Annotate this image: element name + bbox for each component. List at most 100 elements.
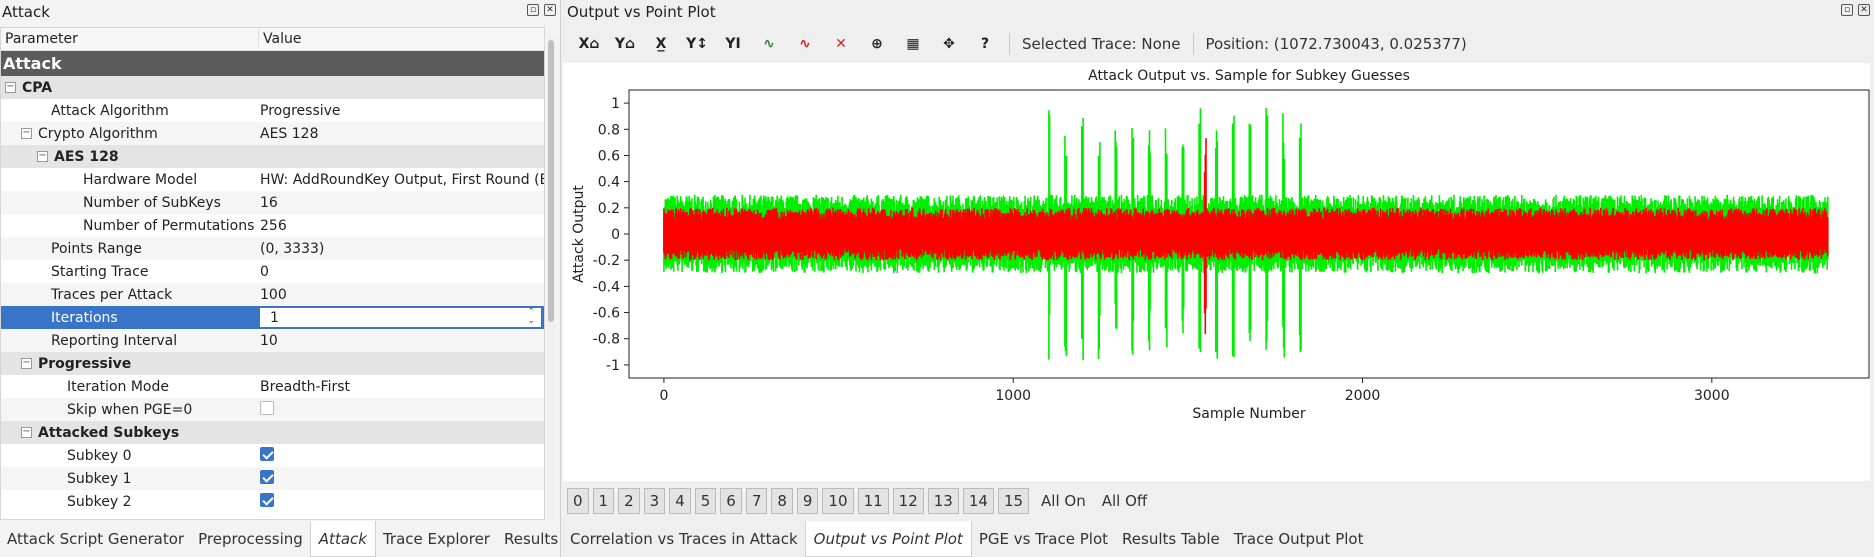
plot-toolbar: X⌂ Y⌂ X̲ Y↕ YI ∿ ∿ ✕ ⊕ ▦ ✥? Selected Trace: None Pos… — [563, 27, 1874, 61]
parameter-cell: Subkey 0 — [1, 448, 259, 464]
tree-row-attacked-subkeys[interactable]: − Attacked Subkeys — [1, 421, 544, 444]
tree-row-attack[interactable]: Attack — [1, 51, 544, 76]
show-all-traces-icon[interactable]: ∿ — [751, 30, 787, 58]
help-icon[interactable]: ? — [967, 30, 1003, 58]
tab-correlation-vs-traces-in-attack[interactable]: Correlation vs Traces in Attack — [563, 522, 805, 556]
value-cell[interactable] — [259, 469, 544, 488]
trace-toggle-7[interactable]: 7 — [745, 488, 768, 514]
collapse-icon[interactable]: − — [21, 128, 32, 139]
tab-trace-explorer[interactable]: Trace Explorer — [376, 522, 497, 556]
tree-row-subkey-0[interactable]: Subkey 0 — [1, 444, 544, 467]
value-cell[interactable]: 0 — [259, 264, 544, 280]
x-zoom-icon[interactable]: X⌂ — [571, 30, 607, 58]
trace-toggle-9[interactable]: 9 — [796, 488, 819, 514]
tab-results[interactable]: Results — [497, 522, 565, 556]
trace-toggle-14[interactable]: 14 — [962, 488, 994, 514]
trace-toggle-11[interactable]: 11 — [857, 488, 889, 514]
tab-results-table[interactable]: Results Table — [1115, 522, 1227, 556]
close-icon[interactable]: ✕ — [1858, 4, 1870, 16]
trace-toggle-5[interactable]: 5 — [694, 488, 717, 514]
close-icon[interactable]: ✕ — [544, 4, 556, 16]
y-zoom-icon[interactable]: Y⌂ — [607, 30, 643, 58]
value-cell[interactable] — [259, 492, 544, 511]
float-icon[interactable]: ▫ — [1841, 4, 1853, 16]
plot-area[interactable]: Attack Output vs. Sample for Subkey Gues… — [563, 63, 1870, 481]
tree-row-reporting-interval[interactable]: Reporting Interval 10 — [1, 329, 544, 352]
parameter-label: AES 128 — [54, 148, 119, 165]
tab-attack[interactable]: Attack — [309, 520, 376, 557]
trace-toggle-12[interactable]: 12 — [892, 488, 924, 514]
all-off-button[interactable]: All Off — [1094, 492, 1156, 510]
value-column-header[interactable]: Value — [259, 28, 305, 50]
trace-toggle-2[interactable]: 2 — [618, 488, 640, 514]
tree-row-skip-when-pge-0[interactable]: Skip when PGE=0 — [1, 398, 544, 421]
pan-icon[interactable]: ✥ — [931, 30, 967, 58]
value-cell[interactable]: 256 — [259, 218, 544, 234]
tree-row-subkey-2[interactable]: Subkey 2 — [1, 490, 544, 513]
tree-row-hardware-model[interactable]: Hardware Model HW: AddRoundKey Output, Fi… — [1, 168, 544, 191]
value-cell[interactable]: 10 — [259, 333, 544, 349]
tree-row-subkey-1[interactable]: Subkey 1 — [1, 467, 544, 490]
tree-row-iterations[interactable]: Iterations 1 ⌃ ⌄ — [1, 306, 544, 329]
tab-trace-output-plot[interactable]: Trace Output Plot — [1227, 522, 1371, 556]
attack-output-chart[interactable]: Attack Output vs. Sample for Subkey Gues… — [563, 63, 1870, 481]
all-on-button[interactable]: All On — [1033, 492, 1094, 510]
trace-toggle-0[interactable]: 0 — [567, 488, 589, 514]
parameter-column-header[interactable]: Parameter — [1, 28, 259, 50]
value-cell[interactable]: Breadth-First — [259, 379, 544, 395]
tree-row-attack-algorithm[interactable]: Attack Algorithm Progressive — [1, 99, 544, 122]
value-cell[interactable]: Progressive — [259, 103, 544, 119]
tab-attack-script-generator[interactable]: Attack Script Generator — [0, 522, 191, 556]
tree-row-starting-trace[interactable]: Starting Trace 0 — [1, 260, 544, 283]
trace-toggle-13[interactable]: 13 — [927, 488, 959, 514]
highlight-trace-icon[interactable]: ∿ — [787, 30, 823, 58]
value-cell[interactable] — [259, 400, 544, 419]
tree-row-crypto-algorithm[interactable]: − Crypto Algorithm AES 128 — [1, 122, 544, 145]
y-autoscale-icon[interactable]: Y↕ — [679, 30, 715, 58]
trace-toggle-10[interactable]: 10 — [822, 488, 854, 514]
spinbox-arrows-icon[interactable]: ⌃ ⌄ — [527, 308, 535, 326]
tree-row-traces-per-attack[interactable]: Traces per Attack 100 — [1, 283, 544, 306]
tree-row-points-range[interactable]: Points Range (0, 3333) — [1, 237, 544, 260]
value-cell[interactable]: AES 128 — [259, 126, 544, 142]
x-autoscale-icon[interactable]: X̲ — [643, 30, 679, 58]
clear-traces-icon[interactable]: ✕ — [823, 30, 859, 58]
trace-toggle-15[interactable]: 15 — [997, 488, 1030, 514]
grid-icon[interactable]: ▦ — [895, 30, 931, 58]
tree-row-progressive[interactable]: − Progressive — [1, 352, 544, 375]
value-cell[interactable]: HW: AddRoundKey Output, First Round (En — [259, 172, 544, 188]
tree-scrollbar[interactable] — [547, 36, 555, 520]
collapse-icon[interactable]: − — [5, 82, 16, 93]
collapse-icon[interactable]: − — [21, 427, 32, 438]
tree-row-cpa[interactable]: − CPA — [1, 76, 544, 99]
unchecked-checkbox[interactable] — [260, 400, 274, 415]
checked-checkbox[interactable] — [260, 492, 274, 507]
parameter-cell: Number of Permutations — [1, 218, 259, 234]
tab-output-vs-point-plot[interactable]: Output vs Point Plot — [804, 520, 972, 557]
trace-toggle-3[interactable]: 3 — [643, 488, 666, 514]
crosshair-icon[interactable]: ⊕ — [859, 30, 895, 58]
parameter-cell: Attack Algorithm — [1, 103, 259, 119]
tree-row-aes-128[interactable]: − AES 128 — [1, 145, 544, 168]
iterations-spinbox[interactable]: 1 ⌃ ⌄ — [259, 307, 542, 328]
trace-toggle-8[interactable]: 8 — [771, 488, 793, 514]
trace-toggle-6[interactable]: 6 — [720, 488, 742, 514]
y-limit-icon[interactable]: YI — [715, 30, 751, 58]
value-cell[interactable]: 100 — [259, 287, 544, 303]
value-cell[interactable] — [259, 446, 544, 465]
scrollbar-thumb[interactable] — [548, 40, 554, 322]
tab-preprocessing[interactable]: Preprocessing — [191, 522, 310, 556]
tab-pge-vs-trace-plot[interactable]: PGE vs Trace Plot — [972, 522, 1115, 556]
tree-row-number-of-permutations[interactable]: Number of Permutations 256 — [1, 214, 544, 237]
tree-row-number-of-subkeys[interactable]: Number of SubKeys 16 — [1, 191, 544, 214]
value-cell[interactable]: (0, 3333) — [259, 241, 544, 257]
collapse-icon[interactable]: − — [37, 151, 48, 162]
tree-row-iteration-mode[interactable]: Iteration Mode Breadth-First — [1, 375, 544, 398]
float-icon[interactable]: ▫ — [527, 4, 539, 16]
collapse-icon[interactable]: − — [21, 358, 32, 369]
checked-checkbox[interactable] — [260, 469, 274, 484]
value-cell[interactable]: 16 — [259, 195, 544, 211]
trace-toggle-1[interactable]: 1 — [592, 488, 615, 514]
checked-checkbox[interactable] — [260, 446, 274, 461]
trace-toggle-4[interactable]: 4 — [669, 488, 691, 514]
